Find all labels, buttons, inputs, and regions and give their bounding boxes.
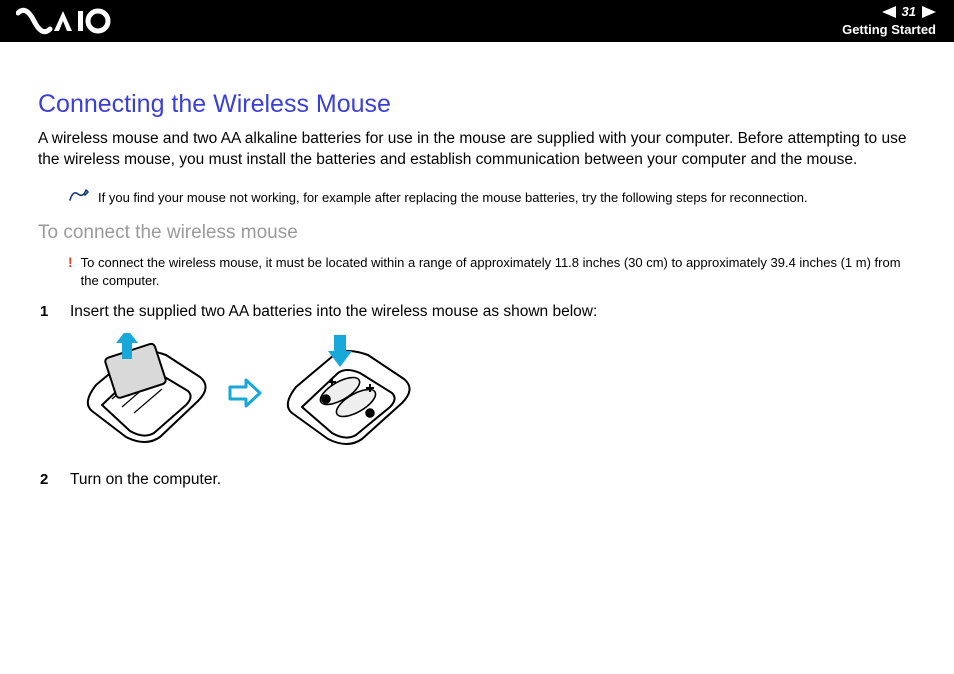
arrow-right-icon [228,377,262,409]
step-number: 1 [38,303,52,320]
note-text: If you find your mouse not working, for … [98,189,808,207]
intro-paragraph: A wireless mouse and two AA alkaline bat… [38,129,916,171]
page-nav: 31 [882,4,936,19]
subheading: To connect the wireless mouse [38,222,916,244]
warning-icon: ! [68,255,73,269]
step-number: 2 [38,471,52,488]
step-text: Turn on the computer. [70,471,221,489]
page-content: Connecting the Wireless Mouse A wireless… [0,42,954,489]
next-page-icon[interactable] [922,6,936,18]
page-title: Connecting the Wireless Mouse [38,90,916,119]
page-header: 31 Getting Started [0,0,954,42]
page-number: 31 [902,4,916,19]
battery-install-figure [38,333,916,453]
step-1: 1 Insert the supplied two AA batteries i… [38,303,916,321]
step-2: 2 Turn on the computer. [38,471,916,489]
mouse-batteries-illustration [270,333,426,453]
warning-block: ! To connect the wireless mouse, it must… [38,254,916,289]
prev-page-icon[interactable] [882,6,896,18]
vaio-logo [16,6,116,36]
mouse-cover-illustration [72,333,220,453]
step-text: Insert the supplied two AA batteries int… [70,303,597,321]
note-pencil-icon [68,187,90,203]
warning-text: To connect the wireless mouse, it must b… [81,254,916,289]
section-label: Getting Started [842,22,936,37]
note-block: If you find your mouse not working, for … [38,189,916,207]
